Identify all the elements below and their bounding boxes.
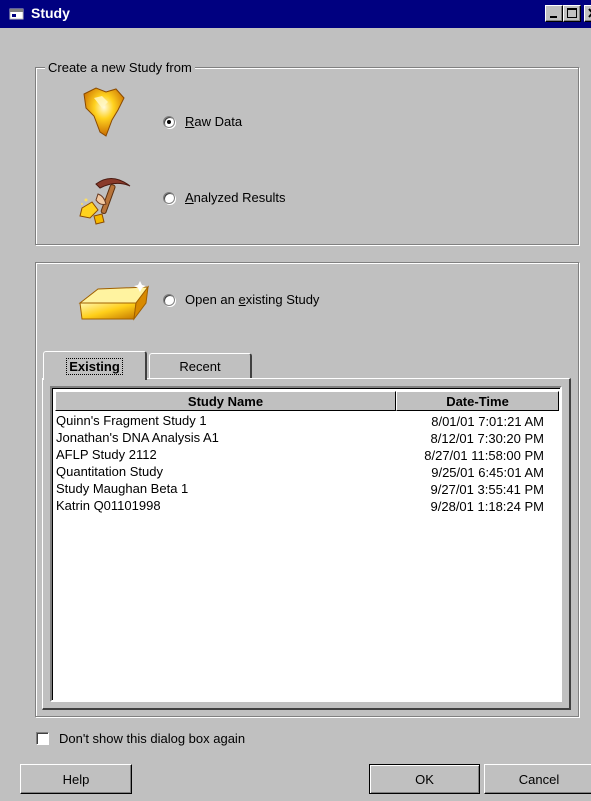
open-existing-label: Open an existing Study <box>185 292 320 307</box>
open-existing-radio[interactable] <box>163 293 175 306</box>
dont-show-label: Don't show this dialog box again <box>59 731 246 746</box>
tab-recent-label: Recent <box>179 358 221 374</box>
list-header: Study Name Date-Time <box>55 391 559 411</box>
table-row[interactable]: Quinn's Fragment Study 1 8/01/01 7:01:21… <box>56 413 556 430</box>
analyzed-results-radio[interactable] <box>163 191 175 204</box>
tab-existing-label: Existing <box>66 357 123 375</box>
table-row[interactable]: Katrin Q01101998 9/28/01 1:18:24 PM <box>56 498 556 515</box>
table-row[interactable]: Quantitation Study 9/25/01 6:45:01 AM <box>56 464 556 481</box>
raw-data-nugget-icon <box>83 87 125 137</box>
analyzed-results-label: Analyzed Results <box>185 190 286 205</box>
date-time-cell: 8/12/01 7:30:20 PM <box>430 431 544 446</box>
date-time-cell: 9/25/01 6:45:01 AM <box>431 465 544 480</box>
help-button[interactable]: Help <box>20 764 132 794</box>
title-bar[interactable]: Study <box>0 0 591 28</box>
open-existing-option[interactable]: Open an existing Study <box>163 292 319 307</box>
tab-existing[interactable]: Existing <box>43 351 147 380</box>
table-row[interactable]: Study Maughan Beta 1 9/27/01 3:55:41 PM <box>56 481 556 498</box>
tab-recent[interactable]: Recent <box>149 353 252 378</box>
study-name-cell: Jonathan's DNA Analysis A1 <box>56 430 219 445</box>
date-time-cell: 9/27/01 3:55:41 PM <box>430 482 544 497</box>
raw-data-radio[interactable] <box>163 115 175 128</box>
maximize-icon <box>567 8 577 18</box>
table-row[interactable]: AFLP Study 2112 8/27/01 11:58:00 PM <box>56 447 556 464</box>
maximize-button[interactable] <box>563 5 581 22</box>
gold-bar-icon <box>78 281 150 321</box>
study-name-cell: Study Maughan Beta 1 <box>56 481 189 496</box>
create-group-legend: Create a new Study from <box>45 60 195 75</box>
close-icon <box>588 8 591 18</box>
study-list[interactable]: Study Name Date-Time Quinn's Fragment St… <box>50 386 562 702</box>
raw-data-option[interactable]: Raw Data <box>163 114 242 129</box>
date-time-cell: 8/27/01 11:58:00 PM <box>424 448 544 463</box>
analyzed-results-option[interactable]: Analyzed Results <box>163 190 285 205</box>
study-name-cell: Quinn's Fragment Study 1 <box>56 413 207 428</box>
date-time-cell: 9/28/01 1:18:24 PM <box>430 499 544 514</box>
pickaxe-icon <box>79 178 131 225</box>
dont-show-checkbox[interactable] <box>36 732 49 745</box>
minimize-button[interactable] <box>545 5 563 22</box>
close-button[interactable] <box>584 5 591 22</box>
cancel-button[interactable]: Cancel <box>484 764 591 794</box>
column-header-date-time[interactable]: Date-Time <box>396 391 559 411</box>
study-name-cell: Katrin Q01101998 <box>56 498 161 513</box>
list-body: Quinn's Fragment Study 1 8/01/01 7:01:21… <box>56 413 556 515</box>
date-time-cell: 8/01/01 7:01:21 AM <box>431 414 544 429</box>
dont-show-option[interactable]: Don't show this dialog box again <box>36 731 245 746</box>
column-header-study-name[interactable]: Study Name <box>55 391 396 411</box>
minimize-icon <box>550 16 557 18</box>
study-name-cell: AFLP Study 2112 <box>56 447 157 462</box>
table-row[interactable]: Jonathan's DNA Analysis A1 8/12/01 7:30:… <box>56 430 556 447</box>
ok-button[interactable]: OK <box>369 764 480 794</box>
study-name-cell: Quantitation Study <box>56 464 163 479</box>
study-dialog: Study Create a new Study from Raw Data A… <box>0 0 591 801</box>
study-window-icon <box>9 8 24 20</box>
window-title: Study <box>31 5 70 21</box>
raw-data-label: Raw Data <box>185 114 243 129</box>
